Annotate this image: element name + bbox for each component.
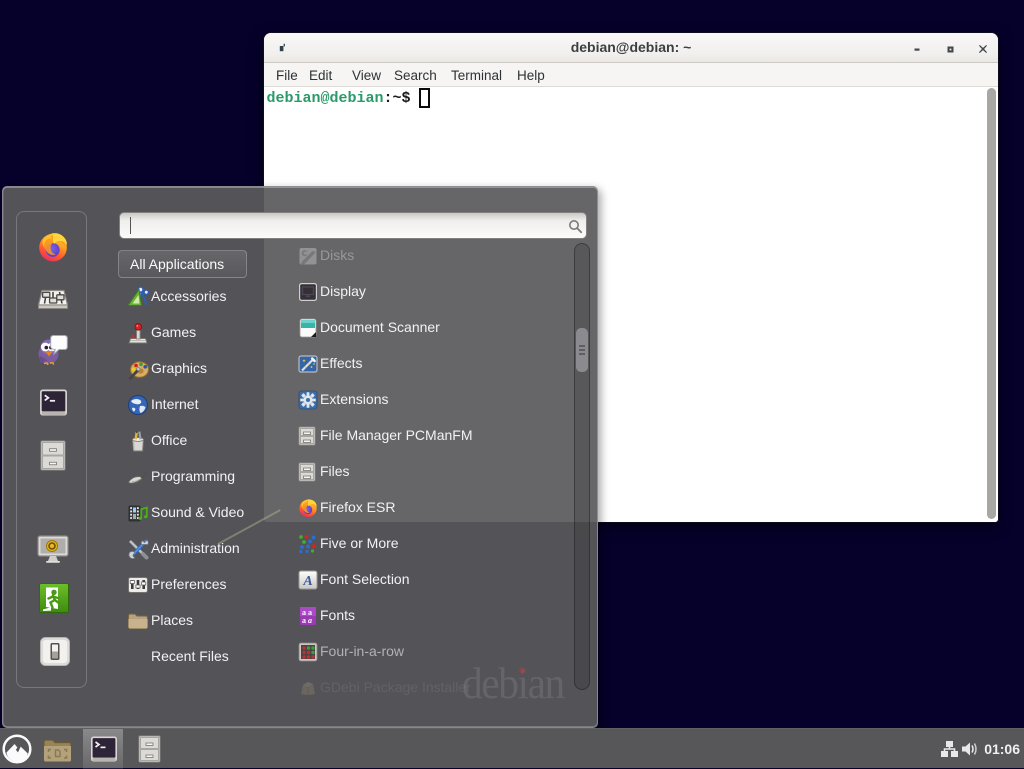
svg-text:A: A <box>302 574 312 589</box>
svg-text:a: a <box>302 616 306 625</box>
svg-text:a: a <box>308 616 312 625</box>
